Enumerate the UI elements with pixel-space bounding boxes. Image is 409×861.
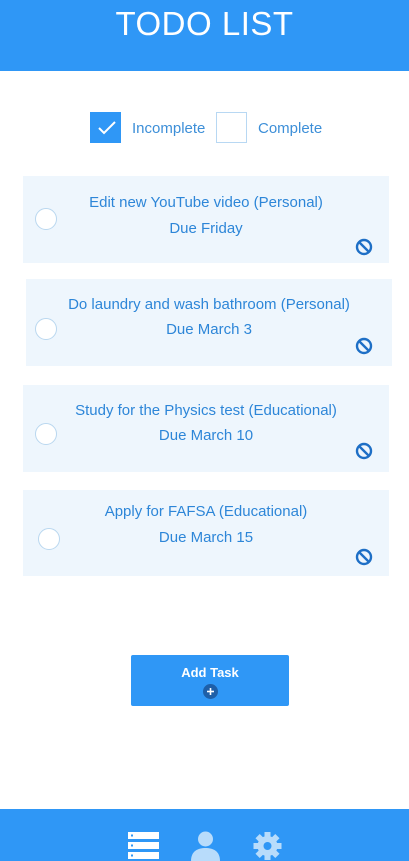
- task-due: Due March 3: [166, 321, 252, 338]
- bottom-nav: [0, 809, 409, 861]
- task-card[interactable]: Do laundry and wash bathroom (Personal) …: [26, 279, 392, 366]
- task-title: Edit new YouTube video (Personal): [89, 194, 323, 211]
- filter-label-complete: Complete: [258, 120, 323, 137]
- task-card[interactable]: Apply for FAFSA (Educational) Due March …: [23, 490, 389, 576]
- check-icon: [98, 121, 116, 135]
- delete-icon[interactable]: [355, 442, 373, 460]
- complete-checkbox[interactable]: [216, 112, 247, 143]
- task-card[interactable]: Edit new YouTube video (Personal) Due Fr…: [23, 176, 389, 263]
- plus-circle-icon: [203, 684, 218, 699]
- task-title: Do laundry and wash bathroom (Personal): [68, 296, 350, 313]
- gear-icon[interactable]: [252, 831, 283, 861]
- delete-icon[interactable]: [355, 548, 373, 566]
- task-due: Due March 15: [158, 529, 254, 546]
- user-icon[interactable]: [190, 831, 221, 861]
- page-title: TODO LIST: [115, 5, 294, 42]
- add-task-label: Add Task: [181, 665, 239, 680]
- incomplete-checkbox[interactable]: [90, 112, 121, 143]
- app-header: TODO LIST: [0, 0, 409, 71]
- add-task-button[interactable]: Add Task: [131, 655, 289, 706]
- task-card[interactable]: Study for the Physics test (Educational)…: [23, 385, 389, 472]
- task-due: Due March 10: [158, 427, 254, 444]
- task-due: Due Friday: [169, 220, 243, 237]
- delete-icon[interactable]: [355, 337, 373, 355]
- filter-complete[interactable]: Complete: [216, 112, 331, 145]
- task-title: Apply for FAFSA (Educational): [104, 503, 308, 520]
- filter-label-incomplete: Incomplete: [132, 120, 206, 137]
- delete-icon[interactable]: [355, 238, 373, 256]
- list-icon[interactable]: [128, 830, 159, 861]
- task-title: Study for the Physics test (Educational): [75, 402, 337, 419]
- filter-incomplete[interactable]: Incomplete: [90, 112, 215, 145]
